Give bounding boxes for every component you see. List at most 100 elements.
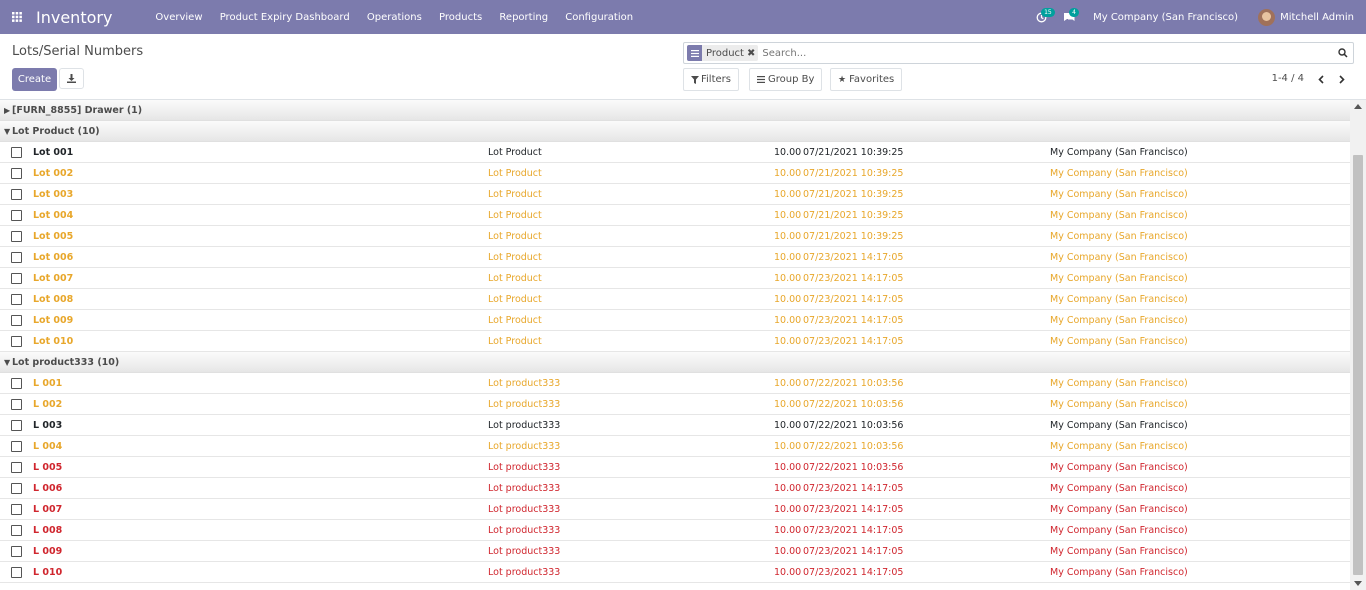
table-row[interactable]: L 002 Lot product333 10.00 07/22/2021 10:03…: [0, 394, 1350, 415]
app-title[interactable]: Inventory: [36, 8, 112, 27]
company: My Company (San Francisco): [1050, 377, 1188, 389]
pager-previous-icon[interactable]: [1313, 68, 1329, 90]
quantity: 10.00: [774, 167, 802, 179]
quantity: 10.00: [774, 419, 802, 431]
row-checkbox[interactable]: [11, 146, 22, 158]
row-checkbox[interactable]: [11, 377, 22, 389]
row-checkbox[interactable]: [11, 188, 22, 200]
quantity: 10.00: [774, 482, 802, 494]
lot-name: L 008: [33, 524, 63, 536]
row-checkbox[interactable]: [11, 503, 22, 515]
table-row[interactable]: L 001 Lot product333 10.00 07/22/2021 10:03…: [0, 373, 1350, 394]
table-row[interactable]: Lot 004 Lot Product 10.00 07/21/2021 10:39:…: [0, 205, 1350, 226]
row-checkbox[interactable]: [11, 314, 22, 326]
product-name: Lot Product: [488, 335, 542, 347]
download-icon: [67, 74, 76, 83]
table-row[interactable]: Lot 006 Lot Product 10.00 07/23/2021 14:17:…: [0, 247, 1350, 268]
row-checkbox[interactable]: [11, 167, 22, 179]
create-button[interactable]: Create: [12, 68, 57, 91]
apps-menu-icon[interactable]: [0, 0, 34, 34]
facet-remove-icon[interactable]: ✖: [747, 48, 755, 59]
row-checkbox[interactable]: [11, 419, 22, 431]
lot-name: Lot 007: [33, 272, 74, 284]
company: My Company (San Francisco): [1050, 419, 1188, 431]
filters-button[interactable]: Filters: [683, 68, 739, 91]
list-icon: [757, 76, 765, 83]
table-row[interactable]: Lot 007 Lot Product 10.00 07/23/2021 14:17:…: [0, 268, 1350, 289]
quantity: 10.00: [774, 293, 802, 305]
group-row-lot-product333[interactable]: ▼ Lot product333 (10): [0, 352, 1350, 373]
lot-name: L 006: [33, 482, 63, 494]
scroll-up-arrow-icon[interactable]: [1354, 104, 1362, 109]
quantity: 10.00: [774, 461, 802, 473]
group-by-button[interactable]: Group By: [749, 68, 823, 91]
table-row[interactable]: Lot 010 Lot Product 10.00 07/23/2021 14:17:…: [0, 331, 1350, 352]
row-checkbox[interactable]: [11, 440, 22, 452]
table-row[interactable]: L 008 Lot product333 10.00 07/23/2021 14:17…: [0, 520, 1350, 541]
messages-icon[interactable]: 4: [1055, 0, 1083, 34]
table-row[interactable]: Lot 005 Lot Product 10.00 07/21/2021 10:39:…: [0, 226, 1350, 247]
facet-label: Product: [706, 47, 744, 59]
table-row[interactable]: L 005 Lot product333 10.00 07/22/2021 10:03…: [0, 457, 1350, 478]
row-checkbox[interactable]: [11, 461, 22, 473]
table-row[interactable]: L 004 Lot product333 10.00 07/22/2021 10:03…: [0, 436, 1350, 457]
scrollbar-thumb[interactable]: [1353, 155, 1363, 575]
group-row-lot-product[interactable]: ▼ Lot Product (10): [0, 121, 1350, 142]
date: 07/23/2021 14:17:05: [803, 566, 904, 578]
menu-configuration[interactable]: Configuration: [565, 12, 633, 23]
table-row[interactable]: L 009 Lot product333 10.00 07/23/2021 14:17…: [0, 541, 1350, 562]
product-name: Lot Product: [488, 230, 542, 242]
row-checkbox[interactable]: [11, 230, 22, 242]
favorites-button[interactable]: ★ Favorites: [830, 68, 903, 91]
table-row[interactable]: L 003 Lot product333 10.00 07/22/2021 10:03…: [0, 415, 1350, 436]
pager-next-icon[interactable]: [1334, 68, 1350, 90]
group-row-drawer[interactable]: ▶ [FURN_8855] Drawer (1): [0, 100, 1350, 121]
quantity: 10.00: [774, 398, 802, 410]
menu-reporting[interactable]: Reporting: [499, 12, 548, 23]
menu-products[interactable]: Products: [439, 12, 482, 23]
table-row[interactable]: L 006 Lot product333 10.00 07/23/2021 14:17…: [0, 478, 1350, 499]
row-checkbox[interactable]: [11, 398, 22, 410]
menu-product-expiry-dashboard[interactable]: Product Expiry Dashboard: [220, 12, 350, 23]
row-checkbox[interactable]: [11, 209, 22, 221]
row-checkbox[interactable]: [11, 251, 22, 263]
row-checkbox[interactable]: [11, 335, 22, 347]
row-checkbox[interactable]: [11, 545, 22, 557]
activity-icon[interactable]: 15: [1027, 0, 1055, 34]
download-button[interactable]: [59, 68, 84, 89]
table-row[interactable]: Lot 009 Lot Product 10.00 07/23/2021 14:17:…: [0, 310, 1350, 331]
filters-label: Filters: [701, 74, 731, 85]
table-row[interactable]: Lot 002 Lot Product 10.00 07/21/2021 10:39:…: [0, 163, 1350, 184]
table-row[interactable]: Lot 008 Lot Product 10.00 07/23/2021 14:17:…: [0, 289, 1350, 310]
product-name: Lot product333: [488, 377, 561, 389]
lot-name: Lot 006: [33, 251, 74, 263]
row-checkbox[interactable]: [11, 566, 22, 578]
scroll-down-arrow-icon[interactable]: [1354, 581, 1362, 586]
product-name: Lot product333: [488, 461, 561, 473]
company: My Company (San Francisco): [1050, 482, 1188, 494]
user-menu[interactable]: Mitchell Admin: [1258, 8, 1354, 26]
quantity: 10.00: [774, 272, 802, 284]
table-row[interactable]: Lot 001 Lot Product 10.00 07/21/2021 10:39:…: [0, 142, 1350, 163]
row-checkbox[interactable]: [11, 272, 22, 284]
user-name: Mitchell Admin: [1280, 11, 1354, 23]
table-row[interactable]: L 010 Lot product333 10.00 07/23/2021 14:17…: [0, 562, 1350, 583]
company-switcher[interactable]: My Company (San Francisco): [1093, 12, 1238, 23]
table-row[interactable]: Lot 003 Lot Product 10.00 07/21/2021 10:39:…: [0, 184, 1350, 205]
search-icon[interactable]: [1333, 43, 1353, 63]
list-scrollbar[interactable]: [1350, 100, 1366, 590]
quantity: 10.00: [774, 188, 802, 200]
row-checkbox[interactable]: [11, 293, 22, 305]
menu-overview[interactable]: Overview: [155, 12, 202, 23]
product-name: Lot Product: [488, 146, 542, 158]
pager-value[interactable]: 1-4 / 4: [1272, 73, 1304, 84]
company: My Company (San Francisco): [1050, 146, 1188, 158]
table-row[interactable]: L 007 Lot product333 10.00 07/23/2021 14:17…: [0, 499, 1350, 520]
search-bar: Product ✖: [683, 42, 1354, 64]
row-checkbox[interactable]: [11, 482, 22, 494]
menu-operations[interactable]: Operations: [367, 12, 422, 23]
search-input[interactable]: [762, 47, 1333, 59]
row-checkbox[interactable]: [11, 524, 22, 536]
date: 07/22/2021 10:03:56: [803, 440, 904, 452]
quantity: 10.00: [774, 440, 802, 452]
